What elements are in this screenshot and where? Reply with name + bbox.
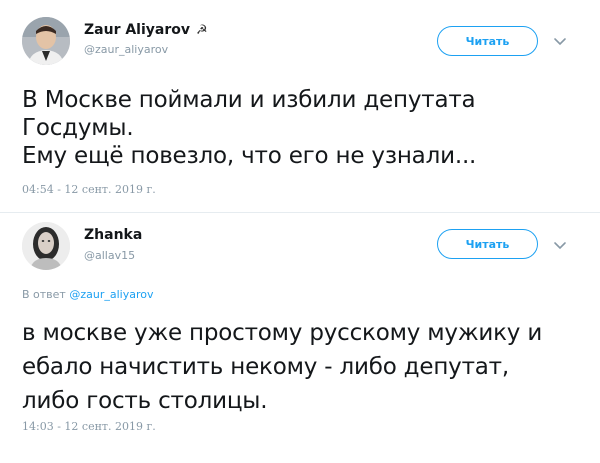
author-name[interactable]: Zhanka bbox=[84, 227, 142, 243]
tweet-text-line: ебало начистить некому - либо депутат, bbox=[22, 354, 509, 380]
author-handle[interactable]: @allav15 bbox=[84, 249, 135, 262]
tweet-text: в москве уже простому русскому мужику и … bbox=[22, 316, 592, 418]
reply-handle-link[interactable]: @zaur_aliyarov bbox=[69, 288, 153, 301]
tweet-text-line: либо гость столицы. bbox=[22, 388, 268, 414]
tweet-text-line: в москве уже простому русскому мужику и bbox=[22, 320, 543, 346]
follow-button[interactable]: Читать bbox=[437, 229, 538, 259]
tweet: Zaur Aliyarov ☭ @zaur_aliyarov Читать В М… bbox=[0, 0, 600, 212]
chevron-down-icon[interactable] bbox=[553, 241, 567, 251]
tweet-text-line: В Москве поймали и избили депутата bbox=[22, 87, 476, 113]
avatar[interactable] bbox=[22, 222, 70, 270]
reply-prefix: В ответ bbox=[22, 288, 66, 301]
avatar[interactable] bbox=[22, 17, 70, 65]
tweet-timestamp[interactable]: 04:54 - 12 сент. 2019 г. bbox=[22, 183, 156, 196]
author-name[interactable]: Zaur Aliyarov ☭ bbox=[84, 22, 208, 38]
author-handle[interactable]: @zaur_aliyarov bbox=[84, 43, 168, 56]
hammer-sickle-icon: ☭ bbox=[196, 23, 208, 38]
follow-button[interactable]: Читать bbox=[437, 26, 538, 56]
tweet-text-line: Ему ещё повезло, что его не узнали... bbox=[22, 143, 477, 169]
reply-tweet: Zhanka @allav15 Читать В ответ @zaur_ali… bbox=[0, 212, 600, 463]
chevron-down-icon[interactable] bbox=[553, 37, 567, 47]
tweet-text: В Москве поймали и избили депутата Госду… bbox=[22, 86, 592, 170]
tweet-timestamp[interactable]: 14:03 - 12 сент. 2019 г. bbox=[22, 420, 156, 433]
tweet-text-line: Госдумы. bbox=[22, 115, 134, 141]
reply-context: В ответ @zaur_aliyarov bbox=[22, 288, 153, 301]
